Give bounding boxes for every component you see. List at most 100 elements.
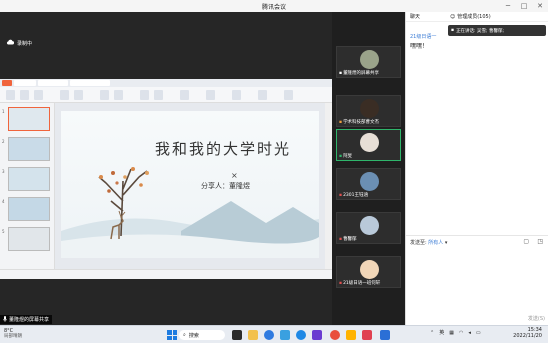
ppt-tab-bar [0,79,332,87]
clock[interactable]: 15:34 2022/11/20 [506,327,542,339]
chevron-up-icon[interactable]: ⌃ [430,330,434,336]
minimize-icon[interactable]: ─ [500,0,516,12]
ribbon-button[interactable] [140,90,149,100]
participant-name: ▪ 曹馨郁 [339,236,357,243]
vertical-scrollbar[interactable] [325,103,332,269]
ime-indicator[interactable]: 英 [439,329,444,336]
store-icon[interactable] [280,330,290,340]
chat-panel: 聊天 ☺ 管理成员(105) 21级日语一 ▪ 正在讲话: 吴雪; 曹馨郁; 嘿… [405,12,548,325]
screen-share-label: 董隆煜的屏幕共享 [0,315,53,324]
participant-name: ▪ 阿旻 [339,153,353,160]
slide-thumbnail[interactable] [8,167,50,191]
ppt-home-tab[interactable] [2,80,12,86]
wifi-icon[interactable]: ◠ [459,330,463,336]
tencent-meeting-icon[interactable] [380,330,390,340]
slide-thumbnail-panel: 1 2 3 4 5 [0,103,55,269]
send-to-target[interactable]: 所有人 [428,240,443,246]
slide-thumbnail[interactable] [8,197,50,221]
slide-number: 1 [2,109,5,114]
ribbon-button[interactable] [232,90,241,100]
ribbon-button[interactable] [6,90,15,100]
chat-tab[interactable]: 聊天 [410,13,420,20]
ribbon-button[interactable] [114,90,123,100]
recording-indicator[interactable]: 录制中 [6,39,32,47]
participant-name: ▪ 21级日语一班何轩 [339,280,381,287]
ppt-doc-tab[interactable] [38,80,68,86]
taskbar-search[interactable]: ⌕ 搜索 [179,330,225,340]
participant-name: ▪ 学术科技部曹文杰 [339,119,380,126]
ppt-ribbon [0,87,332,103]
slide-number: 2 [2,139,5,144]
participant-tile[interactable]: ▪ 曹馨郁 [336,212,401,244]
close-icon[interactable]: ✕ [532,0,548,12]
avatar [360,260,379,279]
ppt-doc-tab[interactable] [14,80,36,86]
participant-tile[interactable]: ▪ 2301王钰涵 [336,168,401,200]
participant-tile[interactable]: ▪ 学术科技部曹文杰 [336,95,401,127]
mic-muted-icon: ▪ [339,280,343,286]
slide-presenter: 分享人：董隆煜 [201,182,250,190]
battery-icon[interactable]: ▭ [476,330,481,336]
app-icon[interactable] [346,330,356,340]
ribbon-button[interactable] [74,90,83,100]
slide-thumbnail[interactable] [8,227,50,251]
ribbon-button[interactable] [154,90,163,100]
speaking-text: 正在讲话: 吴雪; 曹馨郁; [456,28,504,34]
mic-icon: ▪ [339,70,343,76]
file-explorer-icon[interactable] [248,330,258,340]
slide-number: 5 [2,229,5,234]
current-slide[interactable]: 我和我的大学时光 × 分享人：董隆煜 [61,111,319,258]
system-tray: ⌃ 英 ▦ ◠ ◂ ▭ [430,329,481,337]
ribbon-button[interactable] [206,90,215,100]
slide-thumbnail[interactable] [8,137,50,161]
ribbon-button[interactable] [34,90,43,100]
slide-number: 3 [2,169,5,174]
app-icon[interactable] [330,330,340,340]
title-bar: 腾讯会议 [0,0,548,12]
sharer-name: 董隆煜的屏幕共享 [9,317,50,323]
slide-thumbnail[interactable] [8,107,50,131]
clock-date: 2022/11/20 [513,333,542,339]
speaking-toast: ▪ 正在讲话: 吴雪; 曹馨郁; [448,25,546,36]
ribbon-button[interactable] [20,90,29,100]
avatar [360,99,379,118]
ribbon-button[interactable] [258,90,267,100]
participant-tile[interactable]: ▪ 董隆煜的屏幕共享 [336,46,401,78]
avatar [360,133,379,152]
ppt-doc-tab[interactable] [70,80,110,86]
main-stage: 录制中 1 2 3 4 5 我和我的大学时光 × 分享人：董隆煜 董隆煜的屏幕共… [0,12,332,325]
message-sender: 21级日语一 [410,34,437,40]
chevron-down-icon: ▾ [444,240,448,246]
maximize-icon[interactable]: □ [516,0,532,12]
grid-icon[interactable]: ▦ [449,330,454,336]
ppt-status-bar [0,269,332,279]
emoji-icon[interactable]: ◳ [537,238,543,245]
weather-widget[interactable]: 8°C 局部晴朗 [4,328,22,340]
app-icon[interactable] [312,330,322,340]
ribbon-button[interactable] [100,90,109,100]
manage-members-button[interactable]: 管理成员(105) [457,13,490,20]
slide-title: 我和我的大学时光 [155,140,292,158]
browser-icon[interactable] [296,330,306,340]
participant-tile[interactable]: ▪ 21级日语一班何轩 [336,256,401,288]
start-icon[interactable] [167,330,177,340]
edge-icon[interactable] [264,330,274,340]
message-text: 嘿嘿！ [410,43,429,50]
chat-composer: 发送至: 所有人 ▾ ▢ ◳ 发送(S) [406,235,548,325]
avatar [360,172,379,191]
shared-screen: 1 2 3 4 5 我和我的大学时光 × 分享人：董隆煜 [0,79,332,279]
wps-icon[interactable] [362,330,372,340]
volume-icon[interactable]: ◂ [468,330,471,336]
ribbon-button[interactable] [180,90,189,100]
file-icon[interactable]: ▢ [523,238,529,245]
send-to[interactable]: 发送至: 所有人 ▾ [410,239,447,246]
mic-muted-icon: ▪ [339,119,343,125]
slide-canvas: 我和我的大学时光 × 分享人：董隆煜 [55,103,325,269]
participant-tile[interactable]: ▪ 阿旻 [336,129,401,161]
mic-muted-icon: ▪ [339,236,343,242]
task-view-icon[interactable] [232,330,242,340]
send-button[interactable]: 发送(S) [528,315,545,322]
ribbon-button[interactable] [60,90,69,100]
weather-desc: 局部晴朗 [4,334,22,339]
ribbon-button[interactable] [284,90,293,100]
